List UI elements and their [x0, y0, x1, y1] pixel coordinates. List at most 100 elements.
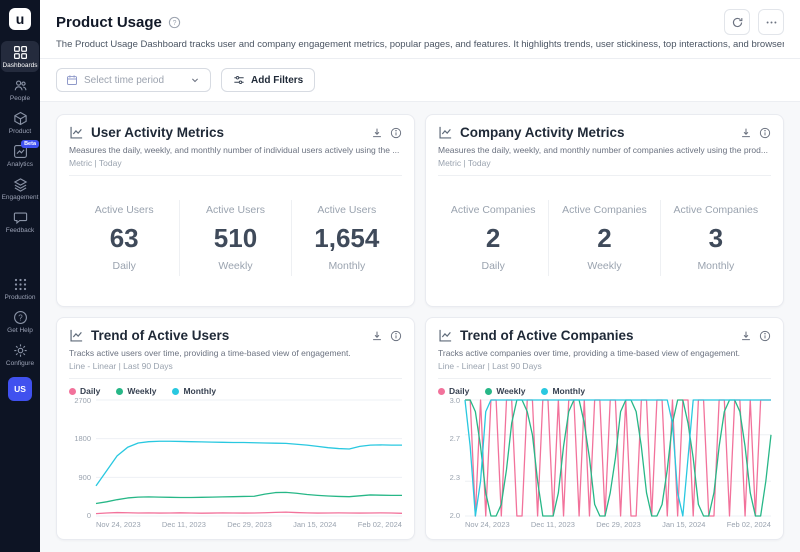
page-description: The Product Usage Dashboard tracks user …	[56, 39, 784, 50]
metric-weekly: Active Users 510 Weekly	[179, 200, 290, 276]
title-help-icon[interactable]: ?	[168, 16, 181, 29]
legend-item-daily[interactable]: Daily	[69, 386, 100, 396]
svg-text:?: ?	[18, 313, 23, 322]
x-axis: Nov 24, 2023Dec 11, 2023Dec 29, 2023Jan …	[465, 516, 771, 529]
logo-letter: u	[16, 11, 25, 27]
metric-label: Active Companies	[661, 204, 771, 216]
legend-item-weekly[interactable]: Weekly	[485, 386, 525, 396]
legend-label: Weekly	[496, 386, 525, 396]
download-icon[interactable]	[371, 330, 383, 342]
chart-icon	[69, 125, 84, 140]
legend-item-monthly[interactable]: Monthly	[172, 386, 216, 396]
metric-monthly: Active Companies 3 Monthly	[660, 200, 771, 276]
card-meta: Metric | Today	[69, 158, 402, 176]
legend-label: Daily	[80, 386, 100, 396]
app-logo[interactable]: u	[9, 8, 31, 30]
download-icon[interactable]	[740, 127, 752, 139]
feedback-icon	[13, 210, 28, 225]
trend-companies-chart[interactable]: 3.02.72.32.0 Nov 24, 2023Dec 11, 2023Dec…	[438, 400, 771, 529]
refresh-icon	[731, 16, 744, 29]
info-icon[interactable]	[759, 127, 771, 139]
sidebar-item-label: Feedback	[6, 227, 35, 234]
y-axis: 3.02.72.32.0	[438, 396, 465, 520]
filter-icon	[233, 74, 245, 86]
product-icon	[13, 111, 28, 126]
metric-value: 3	[661, 225, 771, 251]
card-company-activity-metrics: Company Activity Metrics Measures the da…	[425, 114, 784, 307]
sidebar-item-production[interactable]: Production	[1, 273, 39, 304]
metric-monthly: Active Users 1,654 Monthly	[291, 200, 402, 276]
sidebar-item-feedback[interactable]: Feedback	[1, 206, 39, 237]
daily-dot-icon	[69, 388, 76, 395]
production-icon	[13, 277, 28, 292]
plot-area	[96, 400, 402, 516]
card-description: Measures the daily, weekly, and monthly …	[69, 145, 402, 155]
legend-item-monthly[interactable]: Monthly	[541, 386, 585, 396]
user-avatar[interactable]: US	[8, 377, 32, 401]
metric-daily: Active Companies 2 Daily	[438, 200, 548, 276]
calendar-icon	[66, 74, 78, 86]
sidebar-item-label: Configure	[6, 360, 34, 367]
card-title: Trend of Active Companies	[460, 328, 733, 343]
more-options-button[interactable]	[758, 9, 784, 35]
app-window: u Dashboards People Product Beta Analyt	[0, 0, 800, 552]
info-icon[interactable]	[759, 330, 771, 342]
metric-period: Monthly	[292, 260, 402, 272]
metric-period: Weekly	[549, 260, 659, 272]
card-meta: Metric | Today	[438, 158, 771, 176]
sidebar-item-configure[interactable]: Configure	[1, 339, 39, 370]
sidebar-item-label: Engagement	[2, 194, 39, 201]
card-title: Trend of Active Users	[91, 328, 364, 343]
metric-label: Active Users	[69, 204, 179, 216]
card-description: Tracks active companies over time, provi…	[438, 348, 771, 358]
sidebar-item-label: Production	[4, 294, 35, 301]
metric-value: 2	[549, 225, 659, 251]
x-axis: Nov 24, 2023Dec 11, 2023Dec 29, 2023Jan …	[96, 516, 402, 529]
weekly-dot-icon	[116, 388, 123, 395]
sidebar-item-label: Analytics	[7, 161, 33, 168]
sidebar-item-people[interactable]: People	[1, 74, 39, 105]
monthly-dot-icon	[541, 388, 548, 395]
page-header: Product Usage ?	[40, 0, 800, 59]
add-filters-button[interactable]: Add Filters	[221, 68, 315, 92]
metric-value: 2	[438, 225, 548, 251]
metric-label: Active Companies	[549, 204, 659, 216]
legend-item-weekly[interactable]: Weekly	[116, 386, 156, 396]
card-title: Company Activity Metrics	[460, 125, 733, 140]
sidebar-item-dashboards[interactable]: Dashboards	[1, 41, 39, 72]
gear-icon	[13, 343, 28, 358]
trend-users-chart[interactable]: 270018009000 Nov 24, 2023Dec 11, 2023Dec…	[69, 400, 402, 529]
metric-value: 63	[69, 225, 179, 251]
legend-label: Daily	[449, 386, 469, 396]
metric-value: 1,654	[292, 225, 402, 251]
refresh-button[interactable]	[724, 9, 750, 35]
avatar-initials: US	[14, 384, 26, 394]
time-period-select[interactable]: Select time period	[56, 68, 211, 92]
sidebar-item-get-help[interactable]: ? Get Help	[1, 306, 39, 337]
metric-label: Active Users	[180, 204, 290, 216]
people-icon	[13, 78, 28, 93]
download-icon[interactable]	[740, 330, 752, 342]
legend-item-daily[interactable]: Daily	[438, 386, 469, 396]
page-title: Product Usage	[56, 14, 162, 31]
main-area: Product Usage ?	[40, 0, 800, 552]
info-icon[interactable]	[390, 330, 402, 342]
legend-label: Monthly	[183, 386, 216, 396]
sidebar-item-analytics[interactable]: Beta Analytics	[1, 140, 39, 171]
sidebar-item-engagement[interactable]: Engagement	[1, 173, 39, 204]
y-axis: 270018009000	[69, 396, 96, 520]
metric-period: Daily	[438, 260, 548, 272]
time-period-placeholder: Select time period	[84, 75, 183, 86]
metric-period: Monthly	[661, 260, 771, 272]
metric-weekly: Active Companies 2 Weekly	[548, 200, 659, 276]
add-filters-label: Add Filters	[251, 75, 303, 86]
beta-badge: Beta	[21, 140, 39, 148]
chart-icon	[69, 328, 84, 343]
sidebar-item-product[interactable]: Product	[1, 107, 39, 138]
sidebar-item-label: Dashboards	[2, 62, 37, 69]
info-icon[interactable]	[390, 127, 402, 139]
svg-text:?: ?	[172, 19, 176, 26]
metric-period: Daily	[69, 260, 179, 272]
download-icon[interactable]	[371, 127, 383, 139]
legend-label: Monthly	[552, 386, 585, 396]
